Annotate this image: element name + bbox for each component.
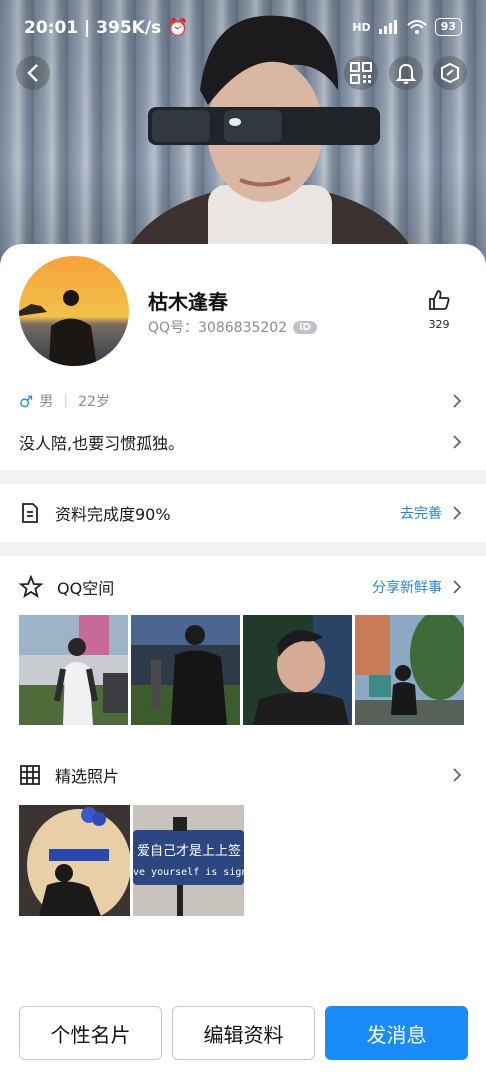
qr-code-button[interactable] [344, 56, 378, 90]
star-icon [19, 575, 43, 598]
complete-profile-link[interactable]: 去完善 [400, 503, 442, 523]
bottom-action-bar: 个性名片 编辑资料 发消息 [19, 1006, 468, 1060]
status-icons: HD 93 [352, 18, 462, 36]
hd-label: HD [352, 20, 371, 34]
profile-card: 枯木逢春 QQ号：3086835202 iD 329 ♂ 男 | 22岁 没人陪… [0, 244, 486, 1080]
share-news-link[interactable]: 分享新鲜事 [372, 577, 442, 597]
id-badge[interactable]: iD [293, 320, 317, 334]
qq-number-line[interactable]: QQ号：3086835202 iD [148, 317, 317, 337]
like-button[interactable]: 329 [424, 288, 454, 331]
wifi-icon [407, 20, 427, 34]
thumbs-up-icon [429, 290, 450, 310]
chevron-left-icon [27, 64, 38, 82]
qzone-photo-1[interactable] [19, 615, 128, 725]
selected-photo-2[interactable]: 爱自己才是上上签 ve yourself is sign [133, 805, 244, 916]
document-icon [22, 503, 38, 523]
status-bar: 20:01 | 395K/s ⏰ HD 93 [0, 0, 486, 56]
avatar-sunset-image [19, 256, 129, 366]
signature: 没人陪,也要习惯孤独。 [19, 434, 185, 453]
selected-photos-row[interactable]: 精选照片 [0, 760, 486, 790]
section-divider [0, 542, 486, 556]
completion-label: 资料完成度90% [55, 505, 171, 524]
shield-button[interactable] [433, 56, 467, 90]
profile-card-button[interactable]: 个性名片 [19, 1006, 162, 1060]
qzone-title: QQ空间 [57, 579, 115, 598]
shield-icon [441, 62, 459, 84]
battery-indicator: 93 [434, 18, 462, 36]
notification-button[interactable] [389, 56, 423, 90]
selected-photos-title: 精选照片 [55, 767, 120, 786]
nickname: 枯木逢春 [148, 290, 228, 314]
send-message-button[interactable]: 发消息 [325, 1006, 468, 1060]
selected-photo-strip: 爱自己才是上上签 ve yourself is sign [19, 805, 244, 916]
status-time: 20:01 | 395K/s ⏰ [24, 18, 189, 38]
age: 22岁 [78, 394, 110, 410]
profile-completion-row[interactable]: 资料完成度90% 去完善 [0, 498, 486, 528]
qzone-photo-4[interactable] [355, 615, 464, 725]
signature-row[interactable]: 没人陪,也要习惯孤独。 [0, 430, 486, 454]
signal-icon [378, 20, 397, 34]
qzone-photo-3[interactable] [243, 615, 352, 725]
qq-number: QQ号：3086835202 [148, 320, 288, 336]
qzone-photo-2[interactable] [131, 615, 240, 725]
edit-profile-button[interactable]: 编辑资料 [172, 1006, 315, 1060]
sign-text-line2: ve yourself is sign [133, 867, 244, 878]
qzone-photo-strip [19, 615, 464, 725]
bell-icon [395, 63, 417, 84]
section-divider [0, 470, 486, 484]
back-button[interactable] [16, 56, 50, 90]
alarm-icon: ⏰ [167, 18, 189, 38]
grid-icon [20, 765, 40, 785]
chevron-right-icon [453, 580, 462, 594]
gender: 男 [39, 394, 54, 410]
male-icon: ♂ [19, 391, 34, 411]
chevron-right-icon [453, 768, 462, 782]
avatar[interactable] [19, 256, 129, 366]
chevron-right-icon [453, 394, 462, 408]
selected-photo-1[interactable] [19, 805, 130, 916]
basic-info-row[interactable]: ♂ 男 | 22岁 [0, 390, 486, 412]
qzone-row[interactable]: QQ空间 分享新鲜事 [0, 572, 486, 602]
separator: | [63, 393, 69, 409]
qr-code-icon [350, 62, 372, 84]
chevron-right-icon [453, 506, 462, 520]
like-count: 329 [428, 318, 450, 331]
chevron-right-icon [453, 435, 462, 449]
sign-text-line1: 爱自己才是上上签 [137, 843, 241, 859]
